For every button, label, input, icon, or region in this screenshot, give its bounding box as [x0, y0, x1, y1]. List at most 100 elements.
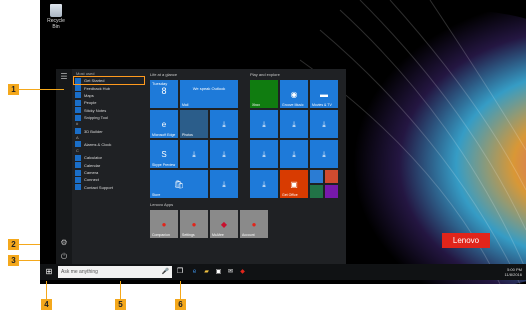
callout-5: 5 — [115, 299, 126, 310]
tile-edge[interactable]: e Microsoft Edge — [150, 110, 178, 138]
app-list: Most used Get Started Feedback Hub Maps … — [73, 71, 145, 191]
download-icon: ⤓ — [262, 149, 266, 159]
download-icon: ⤓ — [192, 149, 196, 159]
app-label: Calculator — [84, 155, 103, 161]
tile-mail[interactable]: We speak Outlook Mail — [180, 80, 238, 108]
file-explorer-icon[interactable]: ▰ — [202, 267, 211, 277]
tile-placeholder-10[interactable]: ⤓ — [310, 140, 338, 168]
tile-placeholder-2[interactable]: ⤓ — [180, 140, 208, 168]
callout-4: 4 — [41, 299, 52, 310]
callout-2-leader — [19, 244, 40, 245]
recycle-bin-label: Recycle Bin — [47, 18, 65, 30]
store-taskbar-icon[interactable]: ▣ — [214, 267, 223, 277]
app-label: Get Started — [84, 78, 105, 84]
app-maps[interactable]: Maps — [74, 92, 144, 99]
tile-placeholder-3[interactable]: ⤓ — [210, 140, 238, 168]
tile-placeholder-1[interactable]: ⤓ — [210, 110, 238, 138]
tile-photos[interactable]: Photos — [180, 110, 208, 138]
tile-placeholder-9[interactable]: ⤓ — [280, 140, 308, 168]
system-tray-clock[interactable]: 5:00 PM 11/8/2016 — [505, 267, 523, 277]
app-people[interactable]: People — [74, 99, 144, 106]
tile-placeholder-4[interactable]: ⤓ — [210, 170, 238, 198]
power-icon[interactable]: ⏻ — [59, 252, 69, 262]
camera-icon — [75, 169, 81, 176]
tile-excel[interactable] — [310, 185, 323, 198]
search-placeholder: Ask me anything — [61, 269, 98, 275]
app-alarms-clock[interactable]: Alarms & Clock — [74, 141, 144, 148]
tile-companion[interactable]: ● Companion — [150, 210, 178, 238]
group-lenovo-header: Lenovo Apps — [150, 202, 174, 207]
get-started-icon — [75, 77, 81, 84]
calculator-icon — [75, 154, 81, 161]
skype-icon: S — [161, 149, 167, 159]
tile-store[interactable]: 🛍 Store — [150, 170, 208, 198]
movies-label: Movies & TV — [312, 103, 332, 107]
tile-word[interactable] — [310, 170, 323, 183]
download-icon: ⤓ — [292, 119, 296, 129]
mcafee-taskbar-icon[interactable]: ◆ — [238, 267, 247, 277]
tile-xbox[interactable]: Xbox — [250, 80, 278, 108]
app-snipping-tool[interactable]: Snipping Tool — [74, 114, 144, 121]
edge-taskbar-icon[interactable]: e — [190, 267, 199, 277]
tile-placeholder-11[interactable]: ⤓ — [250, 170, 278, 198]
app-3d-builder[interactable]: 3D Builder — [74, 127, 144, 135]
edge-icon: e — [161, 119, 167, 129]
app-contact-support[interactable]: Contact Support — [74, 184, 144, 191]
tile-placeholder-6[interactable]: ⤓ — [280, 110, 308, 138]
lock-icon: ● — [251, 219, 257, 229]
tile-calendar[interactable]: Tuesday 8 — [150, 80, 178, 108]
callout-4-leader — [46, 281, 47, 299]
app-connect[interactable]: Connect — [74, 176, 144, 183]
app-label: Sticky Notes — [84, 107, 107, 113]
app-camera[interactable]: Camera — [74, 169, 144, 176]
alarm-clock-icon — [75, 141, 81, 148]
start-rail: ☰ ⚙ ⏻ — [56, 69, 72, 269]
windows-start-button[interactable]: ⊞ — [42, 266, 56, 278]
tile-placeholder-8[interactable]: ⤓ — [250, 140, 278, 168]
groove-music-icon: ◉ — [290, 89, 298, 99]
recycle-bin[interactable]: Recycle Bin — [46, 4, 66, 30]
app-sticky-notes[interactable]: Sticky Notes — [74, 107, 144, 114]
download-icon: ⤓ — [292, 149, 296, 159]
search-box[interactable]: Ask me anything 🎤 — [58, 266, 172, 278]
companion-icon: ● — [161, 219, 167, 229]
desktop: Recycle Bin ☰ ⚙ ⏻ Most used Get Started … — [40, 0, 526, 284]
tile-movies[interactable]: ▬ Movies & TV — [310, 80, 338, 108]
tile-groove[interactable]: ◉ Groove Music — [280, 80, 308, 108]
tile-onenote[interactable] — [325, 185, 338, 198]
mcafee-shield-icon: ◆ — [220, 219, 228, 229]
app-calculator[interactable]: Calculator — [74, 154, 144, 161]
skype-label: Skype Preview — [152, 163, 176, 167]
sticky-notes-icon — [75, 107, 81, 114]
app-label: People — [84, 100, 97, 106]
photos-label: Photos — [182, 133, 193, 137]
callout-1: 1 — [8, 84, 19, 95]
download-icon: ⤓ — [222, 149, 226, 159]
app-calendar[interactable]: Calendar — [74, 162, 144, 169]
tile-mcafee[interactable]: ◆ McAfee — [210, 210, 238, 238]
office-label: Get Office — [282, 193, 298, 197]
recycle-bin-icon — [50, 4, 62, 17]
download-icon: ⤓ — [262, 179, 266, 189]
tile-account[interactable]: ● Account — [240, 210, 268, 238]
tile-powerpoint[interactable] — [325, 170, 338, 183]
tile-placeholder-7[interactable]: ⤓ — [310, 110, 338, 138]
callout-1-leader — [19, 89, 64, 90]
app-get-started[interactable]: Get Started — [73, 75, 145, 86]
group-life-header: Life at a glance — [150, 72, 178, 77]
groove-label: Groove Music — [282, 103, 304, 107]
app-label: Connect — [84, 177, 99, 183]
tile-skype[interactable]: S Skype Preview — [150, 140, 178, 168]
app-feedback-hub[interactable]: Feedback Hub — [74, 84, 144, 92]
mail-taskbar-icon[interactable]: ✉ — [226, 267, 235, 277]
settings-gear-icon[interactable]: ⚙ — [59, 238, 69, 248]
tile-settings[interactable]: ● Settings — [180, 210, 208, 238]
hamburger-icon[interactable]: ☰ — [59, 72, 69, 82]
task-view-button[interactable]: ❐ — [174, 266, 186, 278]
tile-get-office[interactable]: ▣ Get Office — [280, 170, 308, 198]
microphone-icon[interactable]: 🎤 — [162, 266, 169, 278]
callout-6: 6 — [175, 299, 186, 310]
tile-placeholder-5[interactable]: ⤓ — [250, 110, 278, 138]
account-label: Account — [242, 233, 255, 237]
settings-label: Settings — [182, 233, 195, 237]
